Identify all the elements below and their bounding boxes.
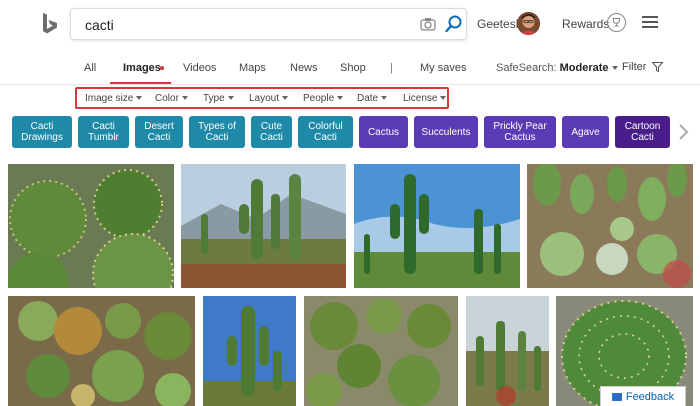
filter-license[interactable]: License	[403, 93, 447, 104]
chip-label-line2: Cacti	[205, 132, 229, 143]
tab-all[interactable]: All	[84, 62, 96, 74]
safesearch-label: SafeSearch:	[496, 62, 557, 74]
tab-news[interactable]: News	[290, 62, 318, 74]
chip-label-line2: Cactus	[504, 132, 536, 143]
active-tab-indicator-dot	[160, 66, 164, 70]
filter-people-label: People	[303, 93, 335, 104]
search-box[interactable]	[70, 8, 467, 40]
chevron-down-icon	[282, 96, 289, 101]
hamburger-menu-icon[interactable]	[642, 16, 658, 28]
image-result-2[interactable]	[181, 164, 346, 288]
filter-license-label: License	[403, 93, 438, 104]
chip-label: Cactus	[367, 126, 400, 138]
filter-type[interactable]: Type	[203, 93, 234, 104]
safesearch-dropdown[interactable]: SafeSearch: Moderate	[496, 62, 618, 74]
chevron-down-icon	[440, 96, 447, 101]
chip-label-line1: Prickly Pear	[493, 121, 547, 132]
related-chip-agave[interactable]: Agave	[562, 116, 609, 148]
chip-label: Succulents	[421, 126, 471, 138]
feedback-button[interactable]: Feedback	[600, 386, 686, 406]
filter-image-size-label: Image size	[85, 93, 134, 104]
chip-label-line2: Cacti	[631, 132, 654, 143]
chevron-right-icon[interactable]	[676, 123, 690, 141]
tab-images[interactable]: Images	[123, 62, 161, 74]
filter-date-label: Date	[357, 93, 379, 104]
filter-image-size[interactable]: Image size	[85, 93, 143, 104]
image-result-7[interactable]	[304, 296, 458, 406]
filter-label: Filter	[622, 61, 647, 73]
chip-label-line1: Desert	[144, 121, 174, 132]
chat-bubble-icon	[611, 392, 622, 401]
chevron-down-icon	[136, 96, 143, 101]
image-filter-bar: Image size Color Type Layout People Date…	[75, 87, 449, 109]
related-chip-cacti-tumblr[interactable]: Cacti Tumblr	[78, 116, 129, 148]
chip-label-line1: Cacti	[30, 121, 54, 132]
search-icon[interactable]	[445, 15, 462, 33]
filter-people[interactable]: People	[303, 93, 344, 104]
chip-label-line1: Cacti	[92, 121, 115, 132]
chip-label-line1: Colorful	[308, 121, 343, 132]
chip-label-line1: Cartoon	[624, 121, 661, 132]
related-chip-prickly-pear-cactus[interactable]: Prickly Pear Cactus	[484, 116, 556, 148]
filter-color-label: Color	[155, 93, 179, 104]
funnel-icon	[650, 62, 664, 73]
image-result-1[interactable]	[8, 164, 174, 288]
chip-label-line2: Cacti	[314, 132, 337, 143]
related-chip-cacti-drawings[interactable]: Cacti Drawings	[12, 116, 72, 148]
related-chip-cartoon-cacti[interactable]: Cartoon Cacti	[615, 116, 670, 148]
filter-type-label: Type	[203, 93, 225, 104]
tab-videos[interactable]: Videos	[183, 62, 216, 74]
chevron-down-icon	[611, 66, 618, 71]
chip-label-line2: Tumblr	[88, 132, 119, 143]
related-chip-cactus[interactable]: Cactus	[359, 116, 408, 148]
image-result-4[interactable]	[527, 164, 693, 288]
tab-maps[interactable]: Maps	[239, 62, 266, 74]
chip-label: Agave	[571, 126, 600, 138]
filter-button[interactable]: Filter	[622, 61, 664, 73]
image-result-8[interactable]	[466, 296, 549, 406]
safesearch-value: Moderate	[559, 62, 609, 74]
trophy-icon[interactable]	[607, 13, 626, 32]
chevron-down-icon	[381, 96, 388, 101]
chip-label-line2: Drawings	[21, 132, 63, 143]
chip-label-line2: Cacti	[260, 132, 283, 143]
header-divider	[0, 84, 700, 85]
chip-label-line2: Cacti	[147, 132, 171, 143]
image-result-5[interactable]	[8, 296, 195, 406]
filter-layout[interactable]: Layout	[249, 93, 289, 104]
image-result-6[interactable]	[203, 296, 296, 406]
nav-divider: |	[390, 62, 393, 74]
related-chip-cute-cacti[interactable]: Cute Cacti	[251, 116, 292, 148]
chevron-down-icon	[227, 96, 234, 101]
chip-label-line1: Types of	[198, 121, 236, 132]
chip-label-line1: Cute	[260, 121, 283, 132]
camera-icon[interactable]	[420, 17, 436, 31]
filter-layout-label: Layout	[249, 93, 280, 104]
chevron-down-icon	[181, 96, 188, 101]
chevron-down-icon	[337, 96, 344, 101]
avatar[interactable]	[517, 12, 540, 35]
related-chip-succulents[interactable]: Succulents	[414, 116, 478, 148]
image-result-3[interactable]	[354, 164, 520, 288]
related-chip-desert-cacti[interactable]: Desert Cacti	[135, 116, 183, 148]
feedback-label: Feedback	[625, 390, 675, 403]
bing-logo[interactable]	[40, 12, 60, 36]
filter-color[interactable]: Color	[155, 93, 188, 104]
rewards-link[interactable]: Rewards	[562, 17, 609, 31]
related-chip-colorful-cacti[interactable]: Colorful Cacti	[298, 116, 353, 148]
filter-date[interactable]: Date	[357, 93, 388, 104]
tab-shop[interactable]: Shop	[340, 62, 366, 74]
tab-my-saves[interactable]: My saves	[420, 62, 466, 74]
user-name[interactable]: Geetesh	[477, 17, 522, 31]
related-chip-types-of-cacti[interactable]: Types of Cacti	[189, 116, 245, 148]
search-input[interactable]	[85, 15, 405, 35]
